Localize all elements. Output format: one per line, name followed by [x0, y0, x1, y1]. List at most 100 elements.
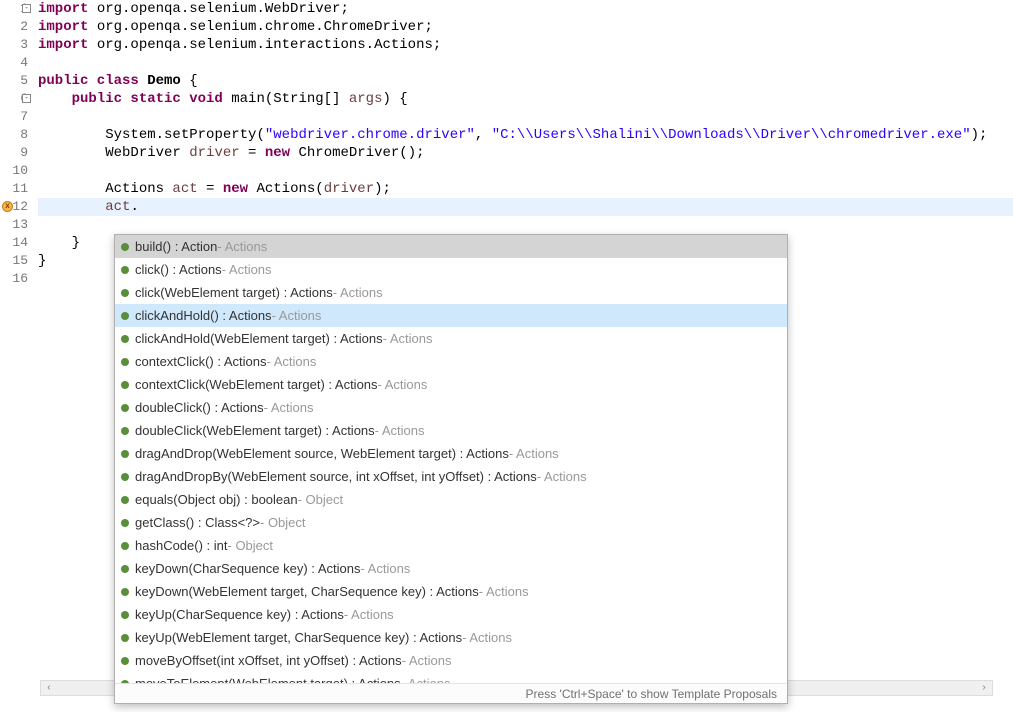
autocomplete-item[interactable]: hashCode() : int - Object: [115, 534, 787, 557]
autocomplete-origin: - Actions: [344, 603, 394, 626]
autocomplete-item[interactable]: clickAndHold() : Actions - Actions: [115, 304, 787, 327]
code-line[interactable]: act.: [38, 198, 1013, 216]
autocomplete-label: moveByOffset(int xOffset, int yOffset) :…: [135, 649, 402, 672]
autocomplete-item[interactable]: keyUp(CharSequence key) : Actions - Acti…: [115, 603, 787, 626]
method-icon: [121, 565, 129, 573]
autocomplete-item[interactable]: keyUp(WebElement target, CharSequence ke…: [115, 626, 787, 649]
autocomplete-origin: - Actions: [360, 557, 410, 580]
autocomplete-origin: - Object: [298, 488, 344, 511]
code-line[interactable]: public static void main(String[] args) {: [38, 90, 1013, 108]
warning-marker-icon[interactable]: x: [2, 201, 13, 212]
fold-toggle-icon[interactable]: -: [22, 94, 31, 103]
autocomplete-item[interactable]: click(WebElement target) : Actions - Act…: [115, 281, 787, 304]
autocomplete-origin: - Actions: [401, 672, 451, 683]
autocomplete-label: keyUp(WebElement target, CharSequence ke…: [135, 626, 462, 649]
method-icon: [121, 657, 129, 665]
autocomplete-item[interactable]: moveToElement(WebElement target) : Actio…: [115, 672, 787, 683]
code-line[interactable]: public class Demo {: [38, 72, 1013, 90]
line-gutter: 1-23456-789101112x13141516: [0, 0, 34, 680]
code-line[interactable]: WebDriver driver = new ChromeDriver();: [38, 144, 1013, 162]
autocomplete-item[interactable]: dragAndDropBy(WebElement source, int xOf…: [115, 465, 787, 488]
autocomplete-origin: - Object: [260, 511, 306, 534]
autocomplete-item[interactable]: keyDown(WebElement target, CharSequence …: [115, 580, 787, 603]
method-icon: [121, 450, 129, 458]
autocomplete-origin: - Actions: [264, 396, 314, 419]
autocomplete-item[interactable]: contextClick(WebElement target) : Action…: [115, 373, 787, 396]
autocomplete-item[interactable]: equals(Object obj) : boolean - Object: [115, 488, 787, 511]
autocomplete-label: doubleClick() : Actions: [135, 396, 264, 419]
code-line[interactable]: [38, 216, 1013, 234]
gutter-line: 9: [0, 144, 28, 162]
method-icon: [121, 404, 129, 412]
method-icon: [121, 358, 129, 366]
method-icon: [121, 427, 129, 435]
autocomplete-item[interactable]: doubleClick() : Actions - Actions: [115, 396, 787, 419]
autocomplete-item[interactable]: getClass() : Class<?> - Object: [115, 511, 787, 534]
autocomplete-item[interactable]: build() : Action - Actions: [115, 235, 787, 258]
code-line[interactable]: import org.openqa.selenium.chrome.Chrome…: [38, 18, 1013, 36]
autocomplete-origin: - Actions: [509, 442, 559, 465]
autocomplete-origin: - Actions: [402, 649, 452, 672]
scroll-left-icon[interactable]: ‹: [41, 681, 57, 695]
method-icon: [121, 680, 129, 684]
gutter-line: 10: [0, 162, 28, 180]
autocomplete-footer: Press 'Ctrl+Space' to show Template Prop…: [115, 683, 787, 703]
autocomplete-origin: - Actions: [217, 235, 267, 258]
autocomplete-label: click() : Actions: [135, 258, 222, 281]
code-line[interactable]: import org.openqa.selenium.interactions.…: [38, 36, 1013, 54]
autocomplete-origin: - Actions: [333, 281, 383, 304]
scroll-right-icon[interactable]: ›: [976, 681, 992, 695]
gutter-line: 7: [0, 108, 28, 126]
autocomplete-item[interactable]: contextClick() : Actions - Actions: [115, 350, 787, 373]
autocomplete-origin: - Actions: [222, 258, 272, 281]
method-icon: [121, 243, 129, 251]
code-line[interactable]: [38, 162, 1013, 180]
autocomplete-item[interactable]: dragAndDrop(WebElement source, WebElemen…: [115, 442, 787, 465]
autocomplete-item[interactable]: clickAndHold(WebElement target) : Action…: [115, 327, 787, 350]
autocomplete-origin: - Actions: [383, 327, 433, 350]
autocomplete-item[interactable]: click() : Actions - Actions: [115, 258, 787, 281]
autocomplete-label: keyDown(CharSequence key) : Actions: [135, 557, 360, 580]
method-icon: [121, 634, 129, 642]
autocomplete-label: doubleClick(WebElement target) : Actions: [135, 419, 375, 442]
method-icon: [121, 289, 129, 297]
gutter-line: 8: [0, 126, 28, 144]
method-icon: [121, 473, 129, 481]
autocomplete-item[interactable]: keyDown(CharSequence key) : Actions - Ac…: [115, 557, 787, 580]
autocomplete-item[interactable]: moveByOffset(int xOffset, int yOffset) :…: [115, 649, 787, 672]
code-line[interactable]: Actions act = new Actions(driver);: [38, 180, 1013, 198]
autocomplete-label: hashCode() : int: [135, 534, 228, 557]
method-icon: [121, 611, 129, 619]
gutter-line: 13: [0, 216, 28, 234]
autocomplete-label: keyUp(CharSequence key) : Actions: [135, 603, 344, 626]
autocomplete-label: dragAndDropBy(WebElement source, int xOf…: [135, 465, 537, 488]
code-line[interactable]: [38, 54, 1013, 72]
code-line[interactable]: import org.openqa.selenium.WebDriver;: [38, 0, 1013, 18]
code-line[interactable]: [38, 108, 1013, 126]
autocomplete-origin: - Actions: [479, 580, 529, 603]
autocomplete-list[interactable]: build() : Action - Actionsclick() : Acti…: [115, 235, 787, 683]
gutter-line: 14: [0, 234, 28, 252]
autocomplete-label: build() : Action: [135, 235, 217, 258]
autocomplete-origin: - Actions: [378, 373, 428, 396]
method-icon: [121, 519, 129, 527]
autocomplete-popup: build() : Action - Actionsclick() : Acti…: [114, 234, 788, 704]
autocomplete-label: contextClick() : Actions: [135, 350, 267, 373]
autocomplete-item[interactable]: doubleClick(WebElement target) : Actions…: [115, 419, 787, 442]
gutter-line: 12x: [0, 198, 28, 216]
gutter-line: 6-: [0, 90, 28, 108]
gutter-line: 1-: [0, 0, 28, 18]
autocomplete-label: click(WebElement target) : Actions: [135, 281, 333, 304]
autocomplete-label: equals(Object obj) : boolean: [135, 488, 298, 511]
gutter-line: 15: [0, 252, 28, 270]
fold-toggle-icon[interactable]: -: [22, 4, 31, 13]
autocomplete-label: clickAndHold(WebElement target) : Action…: [135, 327, 383, 350]
gutter-line: 2: [0, 18, 28, 36]
gutter-line: 4: [0, 54, 28, 72]
autocomplete-origin: - Object: [228, 534, 274, 557]
code-line[interactable]: System.setProperty("webdriver.chrome.dri…: [38, 126, 1013, 144]
autocomplete-label: dragAndDrop(WebElement source, WebElemen…: [135, 442, 509, 465]
autocomplete-label: moveToElement(WebElement target) : Actio…: [135, 672, 401, 683]
autocomplete-origin: - Actions: [375, 419, 425, 442]
method-icon: [121, 381, 129, 389]
